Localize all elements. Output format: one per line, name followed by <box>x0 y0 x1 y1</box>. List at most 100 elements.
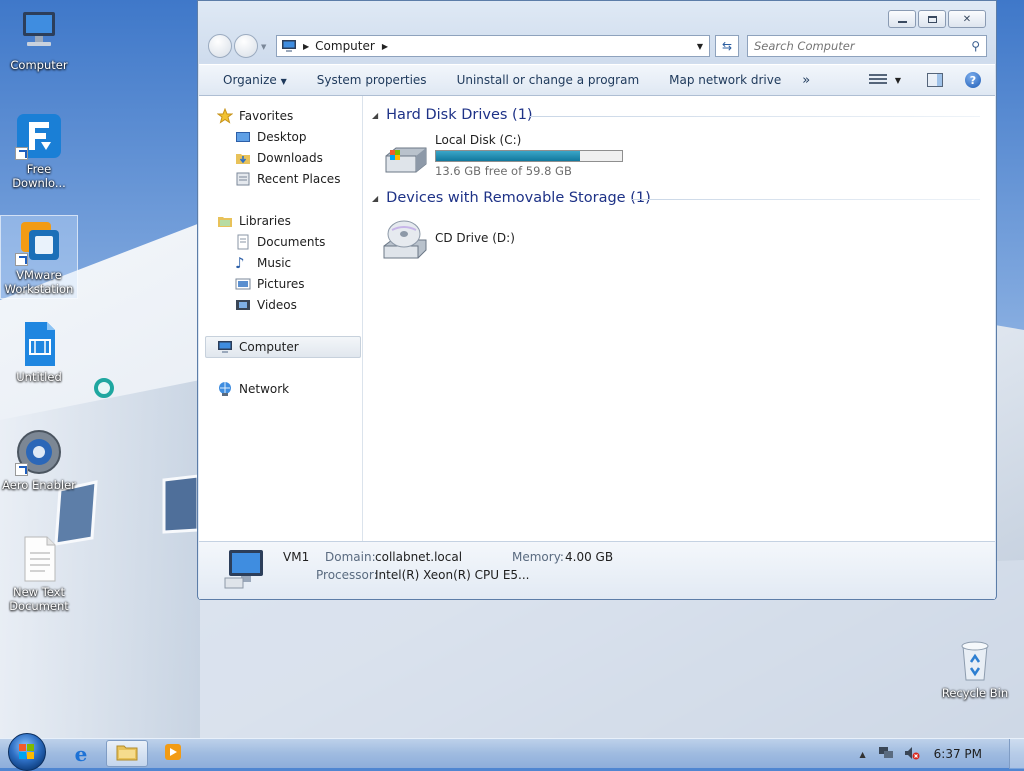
minimize-icon <box>897 20 907 23</box>
recycle-bin-icon <box>951 636 999 684</box>
group-divider <box>632 199 980 200</box>
taskbar-windows-explorer[interactable] <box>106 740 148 767</box>
memory-label: Memory: <box>512 550 564 564</box>
videos-icon <box>235 297 251 313</box>
hard-drive-icon <box>382 142 430 174</box>
navigation-bar: ▼ ▶ Computer ▶ ▼ ⇆ ⚲ <box>206 34 988 60</box>
busy-cursor-icon <box>94 378 114 398</box>
group-header-removable-storage[interactable]: ◢ Devices with Removable Storage (1) <box>372 187 651 209</box>
nav-item-pictures[interactable]: Pictures <box>235 274 305 294</box>
computer-name: VM1 <box>283 550 310 564</box>
change-view-button[interactable]: ▼ ? <box>868 72 995 88</box>
taskbar-internet-explorer[interactable]: e <box>60 740 102 767</box>
content-area: Favorites Desktop Downloads Recent Place… <box>199 96 995 541</box>
maximize-icon <box>927 15 937 23</box>
main-pane: ◢ Hard Disk Drives (1) Local Disk (C:) 1… <box>364 96 995 541</box>
desktop-icon-recycle-bin[interactable]: Recycle Bin <box>936 636 1014 700</box>
taskbar-media-player[interactable] <box>152 740 194 767</box>
chevron-down-icon: ▼ <box>280 77 287 86</box>
nav-item-network[interactable]: Network <box>217 379 289 399</box>
processor-label: Processor: <box>316 568 378 582</box>
chevron-down-icon: ▼ <box>894 75 901 85</box>
preview-pane-icon[interactable] <box>927 73 943 87</box>
system-properties-button[interactable]: System properties <box>302 73 442 87</box>
collapse-triangle-icon[interactable]: ◢ <box>372 194 378 203</box>
breadcrumb-computer[interactable]: Computer <box>315 39 375 53</box>
nav-item-computer[interactable]: Computer <box>217 337 299 357</box>
media-player-icon <box>164 743 182 764</box>
collapse-triangle-icon[interactable]: ◢ <box>372 111 378 120</box>
network-status-icon[interactable] <box>878 746 894 763</box>
nav-item-desktop[interactable]: Desktop <box>235 127 307 147</box>
desktop-icon-untitled[interactable]: Untitled <box>0 320 78 384</box>
pictures-icon <box>235 276 251 292</box>
taskbar: e ▲ 6:37 PM <box>0 733 1024 771</box>
nav-item-recent-places[interactable]: Recent Places <box>235 169 340 189</box>
back-button[interactable] <box>208 34 232 58</box>
explorer-window[interactable]: ✕ ▼ ▶ Computer ▶ ▼ ⇆ ⚲ Organize ▼ System… <box>197 0 997 600</box>
drive-local-disk-c[interactable]: Local Disk (C:) 13.6 GB free of 59.8 GB <box>382 132 627 180</box>
address-dropdown-icon[interactable]: ▼ <box>697 42 703 51</box>
more-commands-button[interactable]: » <box>796 73 825 88</box>
desktop-icon-new-text-document[interactable]: New Text Document <box>0 535 78 613</box>
minimize-button[interactable] <box>888 10 916 28</box>
drive-name-c: Local Disk (C:) <box>435 133 522 147</box>
uninstall-program-button[interactable]: Uninstall or change a program <box>442 73 655 87</box>
drive-name-d: CD Drive (D:) <box>435 231 515 245</box>
desktop-icon-free-download-manager[interactable]: Free Downlo... <box>0 112 78 190</box>
domain-value: collabnet.local <box>375 550 463 564</box>
search-icon[interactable]: ⚲ <box>971 39 980 53</box>
map-network-drive-button[interactable]: Map network drive <box>654 73 796 87</box>
refresh-icon: ⇆ <box>721 39 733 53</box>
nav-item-downloads[interactable]: Downloads <box>235 148 323 168</box>
nav-item-documents[interactable]: Documents <box>235 232 325 252</box>
nav-item-libraries[interactable]: Libraries <box>217 211 291 231</box>
domain-label: Domain: <box>325 550 376 564</box>
recent-pages-dropdown[interactable]: ▼ <box>261 43 266 51</box>
internet-explorer-icon: e <box>74 741 88 766</box>
video-file-icon <box>15 320 63 368</box>
maximize-button[interactable] <box>918 10 946 28</box>
show-hidden-icons-button[interactable]: ▲ <box>859 750 865 759</box>
processor-value: Intel(R) Xeon(R) CPU E5... <box>375 568 530 582</box>
group-divider <box>530 116 980 117</box>
navigation-pane: Favorites Desktop Downloads Recent Place… <box>199 96 363 541</box>
windows-logo-icon <box>19 744 35 760</box>
aero-enabler-icon <box>15 428 63 476</box>
drive-usage-fill <box>436 151 580 161</box>
group-header-hard-disk-drives[interactable]: ◢ Hard Disk Drives (1) <box>372 104 533 126</box>
music-note-icon: ♪ <box>235 254 245 272</box>
memory-value: 4.00 GB <box>565 550 614 564</box>
desktop-icon-aero-enabler[interactable]: Aero Enabler <box>0 428 78 492</box>
text-document-icon <box>15 535 63 583</box>
nav-item-music[interactable]: ♪ Music <box>235 253 291 273</box>
drive-cd-drive-d[interactable]: CD Drive (D:) <box>382 216 582 264</box>
recent-places-icon <box>235 171 251 187</box>
refresh-button[interactable]: ⇆ <box>715 35 739 57</box>
star-icon <box>216 107 234 124</box>
nav-item-videos[interactable]: Videos <box>235 295 297 315</box>
free-download-manager-icon <box>15 112 63 160</box>
desktop-icon-computer[interactable]: Computer <box>0 8 78 72</box>
desktop-icon-vmware-workstation[interactable]: VMware Workstation <box>0 215 78 299</box>
show-desktop-button[interactable] <box>1009 739 1024 769</box>
help-icon[interactable]: ? <box>965 72 981 88</box>
search-input[interactable] <box>748 38 966 54</box>
libraries-icon <box>217 213 233 229</box>
breadcrumb-separator-icon[interactable]: ▶ <box>382 42 388 51</box>
search-box[interactable]: ⚲ <box>747 35 987 57</box>
forward-button[interactable] <box>234 34 258 58</box>
close-button[interactable]: ✕ <box>948 10 986 28</box>
organize-menu[interactable]: Organize ▼ <box>199 73 302 87</box>
view-options-icon <box>868 74 887 86</box>
start-button[interactable] <box>8 733 46 771</box>
taskbar-clock[interactable]: 6:37 PM <box>934 747 982 761</box>
nav-item-favorites[interactable]: Favorites <box>216 106 293 126</box>
network-icon <box>217 381 233 397</box>
breadcrumb-separator-icon[interactable]: ▶ <box>303 42 309 51</box>
address-bar[interactable]: ▶ Computer ▶ ▼ <box>276 35 710 57</box>
computer-icon <box>15 8 63 56</box>
volume-muted-icon[interactable] <box>904 746 920 763</box>
computer-small-icon <box>281 39 297 53</box>
vmware-workstation-icon <box>15 218 63 266</box>
